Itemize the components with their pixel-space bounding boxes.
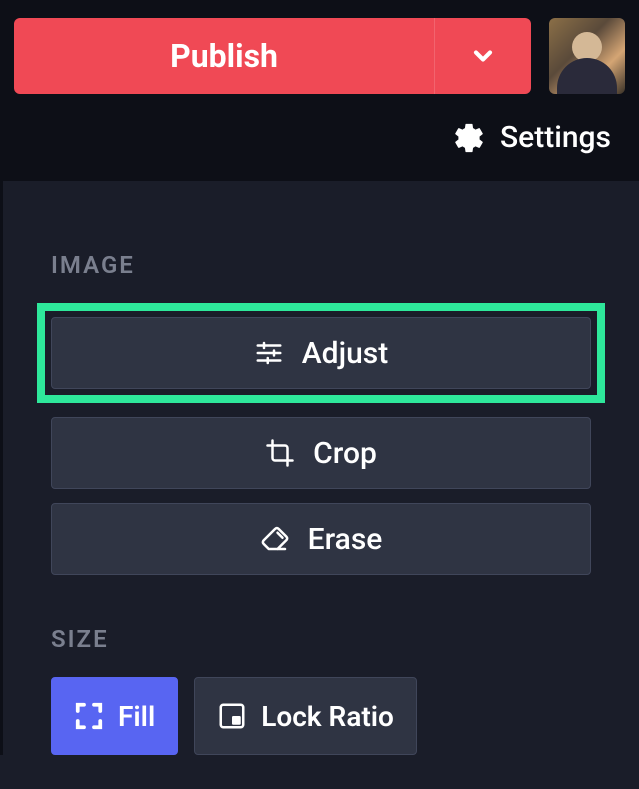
crop-label: Crop	[313, 436, 377, 471]
side-panel: IMAGE Adjust Crop Erase SIZE	[0, 181, 639, 755]
adjust-icon	[254, 338, 284, 368]
settings-row: Settings	[0, 112, 639, 181]
crop-icon	[265, 438, 295, 468]
size-row: Fill Lock Ratio	[51, 677, 591, 755]
erase-label: Erase	[308, 522, 383, 557]
lock-ratio-label: Lock Ratio	[261, 700, 394, 733]
adjust-button[interactable]: Adjust	[51, 317, 591, 389]
publish-label: Publish	[170, 37, 278, 75]
image-section-title: IMAGE	[51, 251, 591, 279]
topbar: Publish	[0, 0, 639, 112]
adjust-label: Adjust	[302, 336, 388, 371]
chevron-down-icon	[469, 42, 497, 70]
gear-icon[interactable]	[452, 121, 486, 155]
publish-button[interactable]: Publish	[14, 18, 435, 94]
crop-button[interactable]: Crop	[51, 417, 591, 489]
size-section: SIZE Fill Lock Ratio	[51, 625, 591, 755]
size-section-title: SIZE	[51, 625, 591, 653]
publish-dropdown[interactable]	[435, 18, 531, 94]
publish-group: Publish	[14, 18, 531, 94]
fill-button[interactable]: Fill	[51, 677, 178, 755]
user-avatar[interactable]	[549, 18, 625, 94]
lock-ratio-icon	[217, 701, 247, 731]
adjust-highlight: Adjust	[37, 303, 605, 403]
fill-label: Fill	[118, 700, 155, 733]
erase-button[interactable]: Erase	[51, 503, 591, 575]
settings-link[interactable]: Settings	[500, 120, 611, 155]
fill-icon	[74, 701, 104, 731]
erase-icon	[260, 524, 290, 554]
lock-ratio-button[interactable]: Lock Ratio	[194, 677, 417, 755]
